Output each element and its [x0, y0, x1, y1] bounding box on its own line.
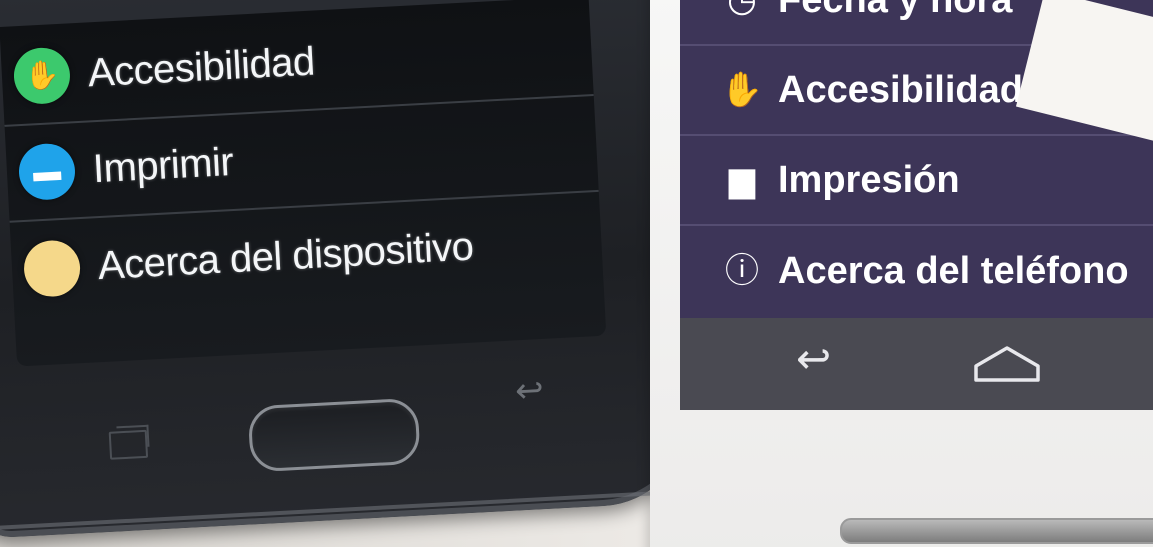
recent-apps-icon[interactable]	[108, 429, 149, 460]
back-icon[interactable]: ↩	[514, 371, 544, 410]
home-icon[interactable]	[972, 344, 1042, 389]
right-menu-item-label: Fecha y hora	[778, 0, 1012, 22]
back-icon[interactable]: ↩	[796, 338, 831, 380]
left-phone-screen: ✋ Accesibilidad ▬ Imprimir Acerca del di…	[0, 0, 607, 367]
right-menu-item-label: Accesibilidad	[778, 68, 1023, 111]
left-phone: ✋ Accesibilidad ▬ Imprimir Acerca del di…	[0, 0, 714, 547]
home-key[interactable]	[247, 397, 421, 473]
left-menu-item-label: Imprimir	[91, 139, 235, 191]
printer-icon: ▆	[728, 161, 756, 199]
navigation-bar: ↩	[680, 318, 1153, 410]
info-icon	[22, 239, 82, 298]
hand-icon: ✋	[12, 46, 72, 106]
clock-icon: ◷	[727, 0, 757, 19]
left-menu-item-label: Accesibilidad	[86, 39, 316, 95]
left-menu-item-label: Acerca del dispositivo	[96, 224, 475, 288]
printer-icon: ▬	[17, 142, 77, 202]
photo-scene: ✋ Accesibilidad ▬ Imprimir Acerca del di…	[0, 0, 1153, 547]
right-menu-item-acerca[interactable]: ⓘ Acerca del teléfono	[680, 226, 1153, 316]
right-menu-item-label: Acerca del teléfono	[778, 249, 1129, 292]
info-icon: ⓘ	[725, 252, 759, 290]
right-menu-item-label: Impresión	[778, 158, 960, 201]
right-menu-item-impresion[interactable]: ▆ Impresión	[680, 136, 1153, 226]
hand-icon: ✋	[720, 71, 764, 109]
speaker-grille	[840, 518, 1153, 544]
